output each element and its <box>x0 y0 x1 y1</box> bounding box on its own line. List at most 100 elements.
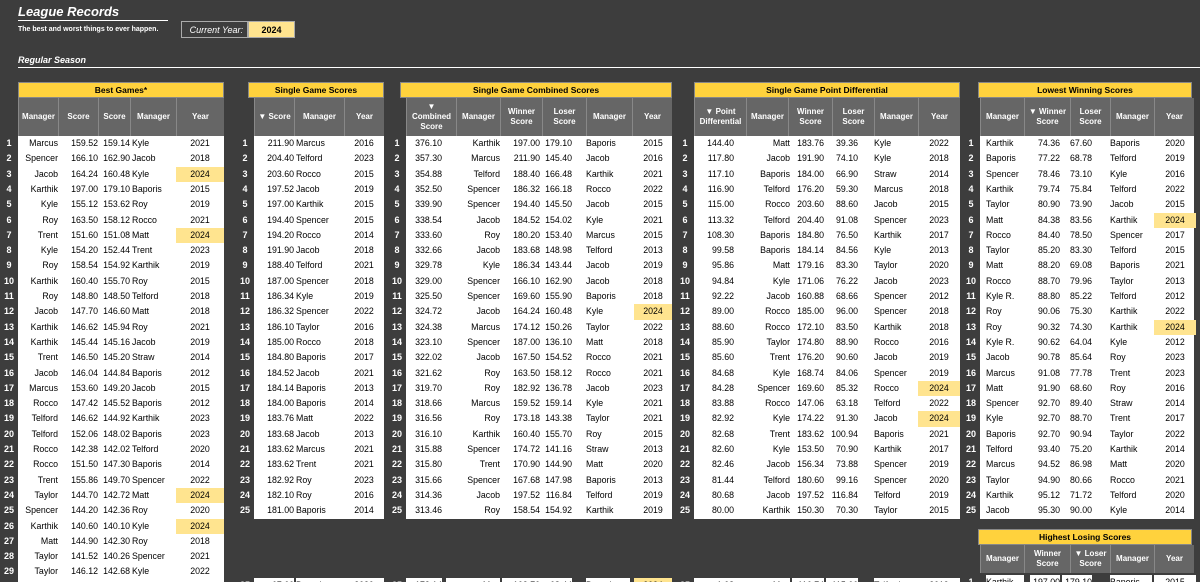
single-game-cell: 183.62 <box>267 444 294 454</box>
differential-cell: 184.00 <box>797 168 824 179</box>
differential-cell: 83.50 <box>835 321 858 332</box>
single-game-header-0[interactable]: ▼ Score <box>254 98 294 136</box>
combined-cell: 2013 <box>643 245 663 256</box>
combined-cell: 173.18 <box>513 413 540 424</box>
combined-header-3[interactable]: Loser Score <box>542 98 586 136</box>
combined-cell: 166.18 <box>545 183 572 194</box>
lowest-winning-cell: 85.64 <box>1069 352 1092 363</box>
lowest-winning-header-2[interactable]: Loser Score <box>1070 98 1110 136</box>
combined-cell: 338.54 <box>415 214 442 225</box>
best-games-cell: 2024 <box>176 487 224 504</box>
best-games-cell: 2021 <box>190 138 210 148</box>
best-games-cell: Telford <box>132 444 159 454</box>
lowest-winning-cell: 88.70 <box>1069 413 1092 424</box>
single-game-row-number: 8 <box>242 245 248 256</box>
highest-losing-header-2[interactable]: ▼ Loser Score <box>1070 545 1110 573</box>
lowest-winning-cell: Kyle <box>1110 336 1128 347</box>
current-year-label: Current Year: <box>181 21 248 38</box>
combined-extra-cell: 103.70 <box>502 578 540 582</box>
best-games-cell: 144.70 <box>71 489 98 500</box>
combined-cell: 136.78 <box>545 382 572 393</box>
combined-cell: 154.02 <box>545 214 572 225</box>
single-game-title: Single Game Scores <box>248 82 384 98</box>
lowest-winning-cell: Matt <box>986 214 1004 225</box>
combined-header-0[interactable]: ▼ Combined Score <box>406 98 456 136</box>
best-games-row-number: 25 <box>3 505 14 516</box>
lowest-winning-cell: 2021 <box>1165 260 1185 271</box>
combined-cell: Rocco <box>586 183 611 194</box>
differential-cell: Kyle <box>874 138 892 148</box>
single-game-header-2[interactable]: Year <box>344 98 384 136</box>
highest-losing-header-0[interactable]: Manager <box>980 545 1024 573</box>
combined-header-2[interactable]: Winner Score <box>500 98 542 136</box>
single-game-cell: 2018 <box>354 336 374 347</box>
lowest-winning-cell: 67.60 <box>1069 138 1092 148</box>
combined-cell: 147.98 <box>545 474 572 485</box>
best-games-cell: 153.60 <box>71 382 98 393</box>
lowest-winning-cell: 78.46 <box>1037 168 1060 179</box>
lowest-winning-header-3[interactable]: Manager <box>1110 98 1154 136</box>
differential-header-1[interactable]: Manager <box>746 98 788 136</box>
highest-losing-header-4[interactable]: Year <box>1154 545 1194 573</box>
current-year-input[interactable]: 2024 <box>248 21 295 38</box>
differential-extra-cell: 1.08 <box>694 578 734 582</box>
combined-header-1[interactable]: Manager <box>456 98 500 136</box>
differential-header-0[interactable]: ▼ Point Differential <box>694 98 746 136</box>
combined-cell: 159.52 <box>513 398 540 409</box>
best-games-header-3[interactable]: Manager <box>130 98 176 136</box>
best-games-cell: Roy <box>42 214 58 225</box>
combined-cell: Spencer <box>467 474 500 485</box>
lowest-winning-cell: Marcus <box>986 367 1015 378</box>
differential-header-2[interactable]: Winner Score <box>788 98 832 136</box>
best-games-row-number: 15 <box>3 352 14 363</box>
best-games-header-2[interactable]: Score <box>98 98 130 136</box>
best-games-cell: 2022 <box>190 474 210 485</box>
lowest-winning-row-number: 17 <box>965 382 976 393</box>
lowest-winning-cell: Kyle <box>1110 168 1128 179</box>
best-games-row-number: 16 <box>3 367 14 378</box>
lowest-winning-header-0[interactable]: Manager <box>980 98 1024 136</box>
best-games-cell: Matt <box>40 535 58 546</box>
differential-cell: 2018 <box>929 321 949 332</box>
best-games-cell: 147.30 <box>103 459 130 470</box>
lowest-winning-cell: 2016 <box>1165 382 1185 393</box>
best-games-header-1[interactable]: Score <box>58 98 98 136</box>
combined-cell: 169.60 <box>513 291 540 301</box>
single-game-header-1[interactable]: Manager <box>294 98 344 136</box>
combined-row-number: 15 <box>391 352 402 363</box>
lowest-winning-header-4[interactable]: Year <box>1154 98 1194 136</box>
single-game-row-number: 6 <box>242 214 248 225</box>
best-games-cell: Roy <box>132 535 148 546</box>
single-game-cell: 2014 <box>354 398 374 409</box>
best-games-cell: 145.16 <box>103 336 130 347</box>
highest-losing-header-3[interactable]: Manager <box>1110 545 1154 573</box>
differential-header-3[interactable]: Loser Score <box>832 98 874 136</box>
differential-row-number: 12 <box>679 306 690 317</box>
best-games-cell: 145.52 <box>103 398 130 409</box>
differential-header-4[interactable]: Manager <box>874 98 918 136</box>
combined-header-4[interactable]: Manager <box>586 98 632 136</box>
combined-cell: 166.10 <box>513 275 540 286</box>
combined-row-number: 5 <box>394 199 400 210</box>
differential-header-5[interactable]: Year <box>918 98 960 136</box>
combined-header-5[interactable]: Year <box>632 98 672 136</box>
best-games-cell: 142.72 <box>103 489 130 500</box>
single-game-cell: 2015 <box>354 199 374 210</box>
highest-losing-header-1[interactable]: Winner Score <box>1024 545 1070 573</box>
differential-row-number: 1 <box>682 138 688 148</box>
best-games-header-0[interactable]: Manager <box>18 98 58 136</box>
combined-extra-cell: Matt <box>446 578 500 582</box>
best-games-header-4[interactable]: Year <box>176 98 224 136</box>
differential-cell: 2017 <box>929 229 949 240</box>
lowest-winning-header-1[interactable]: ▼ Winner Score <box>1024 98 1070 136</box>
title-underline <box>18 20 168 21</box>
differential-cell: 117.10 <box>707 168 734 179</box>
single-game-row-number: 10 <box>239 275 250 286</box>
combined-cell: 143.38 <box>545 413 572 424</box>
lowest-winning-cell: 75.84 <box>1069 183 1092 194</box>
best-games-cell: 162.90 <box>103 153 130 164</box>
best-games-cell: 146.12 <box>71 566 98 577</box>
combined-cell: Baporis <box>586 474 616 485</box>
differential-cell: 2019 <box>929 459 949 470</box>
lowest-winning-cell: 68.60 <box>1069 382 1092 393</box>
